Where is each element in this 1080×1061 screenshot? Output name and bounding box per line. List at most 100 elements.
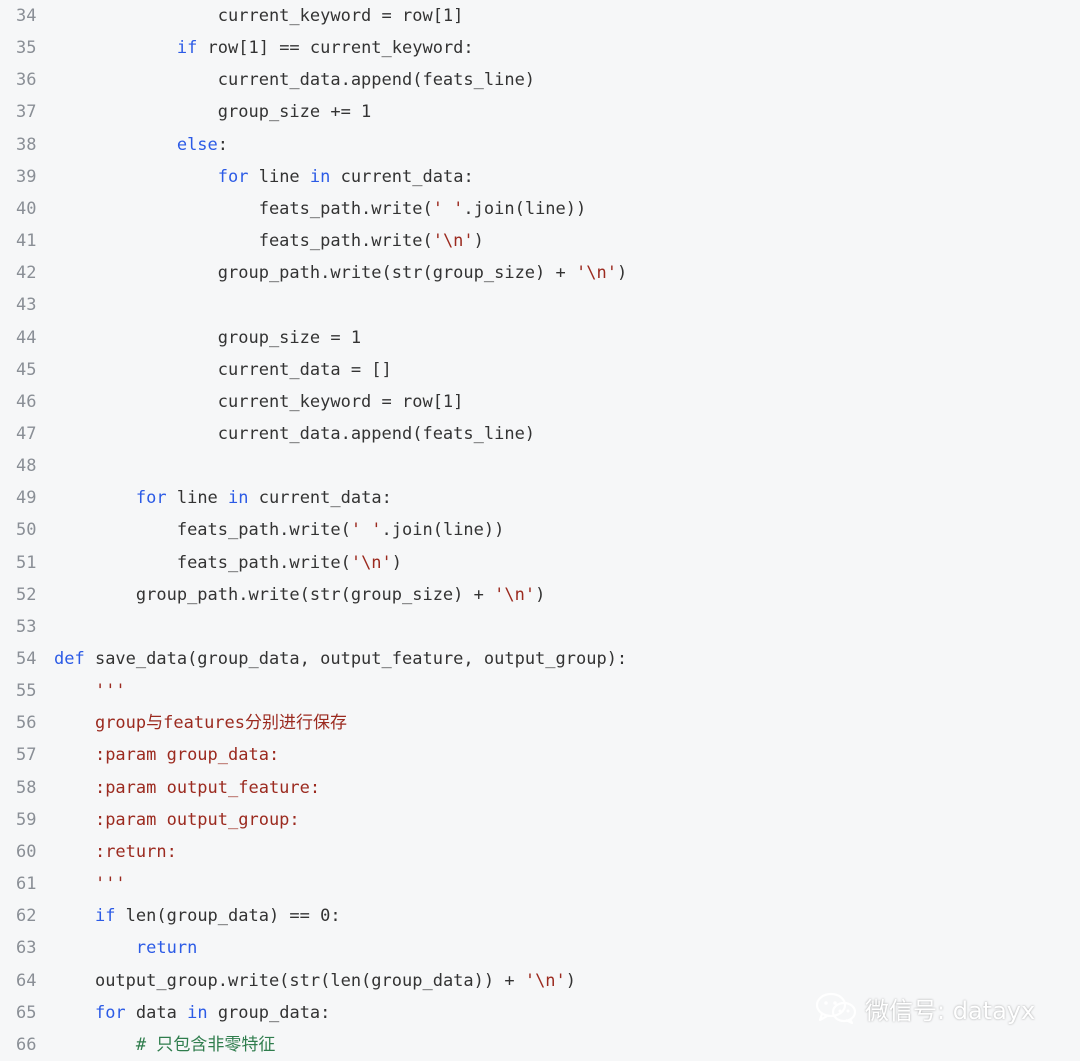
code-text: for line in current_data:: [54, 161, 474, 193]
code-token: feats_path.write(: [176, 520, 351, 541]
code-line: 54 def save_data(group_data, output_featu…: [0, 643, 1080, 675]
code-text: for data in group_data:: [54, 997, 330, 1029]
code-line: 44 group_size = 1: [0, 322, 1080, 354]
code-line: 37 group_size += 1: [0, 96, 1080, 128]
code-text: current_data.append(feats_line): [54, 64, 535, 96]
code-line: 63 return: [0, 932, 1080, 964]
code-text: for line in current_data:: [54, 482, 392, 514]
code-token: in: [187, 1002, 208, 1023]
line-number: 66: [16, 1034, 37, 1055]
code-line: 62 if len(group_data) == 0:: [0, 900, 1080, 932]
code-token: ' ': [350, 520, 382, 541]
code-text: current_data = []: [54, 354, 392, 386]
code-text: current_keyword = row[1]: [54, 0, 464, 32]
line-number: 46: [16, 391, 37, 412]
code-line: 45 current_data = []: [0, 354, 1080, 386]
code-line: 38 else:: [0, 129, 1080, 161]
code-token: line: [248, 166, 310, 187]
code-line: 59 :param output_group:: [0, 804, 1080, 836]
code-token: ' ': [432, 198, 464, 219]
code-token: current_data = []: [217, 359, 392, 380]
line-number: 52: [16, 584, 37, 605]
line-number: 40: [16, 198, 37, 219]
code-line: 35 if row[1] == current_keyword:: [0, 32, 1080, 64]
code-token: '\n': [524, 970, 566, 991]
code-token: :param output_group:: [94, 809, 300, 830]
code-token: feats_path.write(: [258, 231, 433, 252]
code-line: 66 # 只包含非零特征: [0, 1029, 1080, 1061]
line-number: 64: [16, 970, 37, 991]
code-token: for: [135, 488, 167, 509]
code-line: 47 current_data.append(feats_line): [0, 418, 1080, 450]
line-number: 37: [16, 102, 37, 123]
line-number: 62: [16, 906, 37, 927]
code-token: ): [535, 584, 546, 605]
code-token: ''': [94, 874, 126, 895]
code-line: 56 group与features分别进行保存: [0, 707, 1080, 739]
line-number: 42: [16, 263, 37, 284]
code-line: 53: [0, 611, 1080, 643]
code-line: 51 feats_path.write('\n'): [0, 547, 1080, 579]
line-number: 59: [16, 809, 37, 830]
code-token: :param group_data:: [94, 745, 280, 766]
code-text: group与features分别进行保存: [54, 707, 347, 739]
code-token: '\n': [432, 231, 474, 252]
code-token: def: [54, 649, 85, 669]
code-token: else: [176, 134, 218, 155]
code-line: 60 :return:: [0, 836, 1080, 868]
code-line: 41 feats_path.write('\n'): [0, 225, 1080, 257]
code-line: 52 group_path.write(str(group_size) + '\…: [0, 579, 1080, 611]
line-number: 65: [16, 1002, 37, 1023]
code-token: feats_path.write(: [176, 552, 351, 573]
code-line: 61 ''': [0, 868, 1080, 900]
code-token: :return:: [94, 841, 177, 862]
code-text: ''': [54, 868, 126, 900]
line-number: 43: [16, 295, 37, 316]
code-text: feats_path.write('\n'): [54, 547, 402, 579]
line-number: 58: [16, 777, 37, 798]
code-token: save_data(group_data, output_feature, ou…: [84, 649, 628, 669]
code-token: ): [473, 231, 484, 252]
code-text: feats_path.write(' '.join(line)): [54, 514, 505, 546]
code-text: :param output_feature:: [54, 772, 320, 804]
code-token: group_size += 1: [217, 102, 372, 123]
code-text: current_keyword = row[1]: [54, 386, 464, 418]
code-line: 49 for line in current_data:: [0, 482, 1080, 514]
code-line: 57 :param group_data:: [0, 739, 1080, 771]
line-number: 45: [16, 359, 37, 380]
code-text: if row[1] == current_keyword:: [54, 32, 474, 64]
code-text: group_size = 1: [54, 322, 361, 354]
code-line: 55 ''': [0, 675, 1080, 707]
code-text: # 只包含非零特征: [54, 1029, 275, 1061]
code-token: :: [217, 134, 229, 155]
code-text: current_data.append(feats_line): [54, 418, 535, 450]
code-token: ): [391, 552, 403, 573]
code-token: .join(line)): [381, 520, 505, 541]
code-token: group_data:: [207, 1002, 331, 1023]
line-number: 48: [16, 456, 37, 477]
code-token: .join(line)): [463, 198, 587, 219]
code-line: 42 group_path.write(str(group_size) + '\…: [0, 257, 1080, 289]
code-line: 39 for line in current_data:: [0, 161, 1080, 193]
code-text: output_group.write(str(len(group_data)) …: [54, 965, 576, 997]
code-text: feats_path.write(' '.join(line)): [54, 193, 587, 225]
code-line: 46 current_keyword = row[1]: [0, 386, 1080, 418]
code-token: current_data:: [330, 166, 474, 187]
code-text: else:: [54, 129, 228, 161]
code-token: for: [217, 166, 249, 187]
line-number: 61: [16, 874, 37, 895]
line-number: 49: [16, 488, 37, 509]
